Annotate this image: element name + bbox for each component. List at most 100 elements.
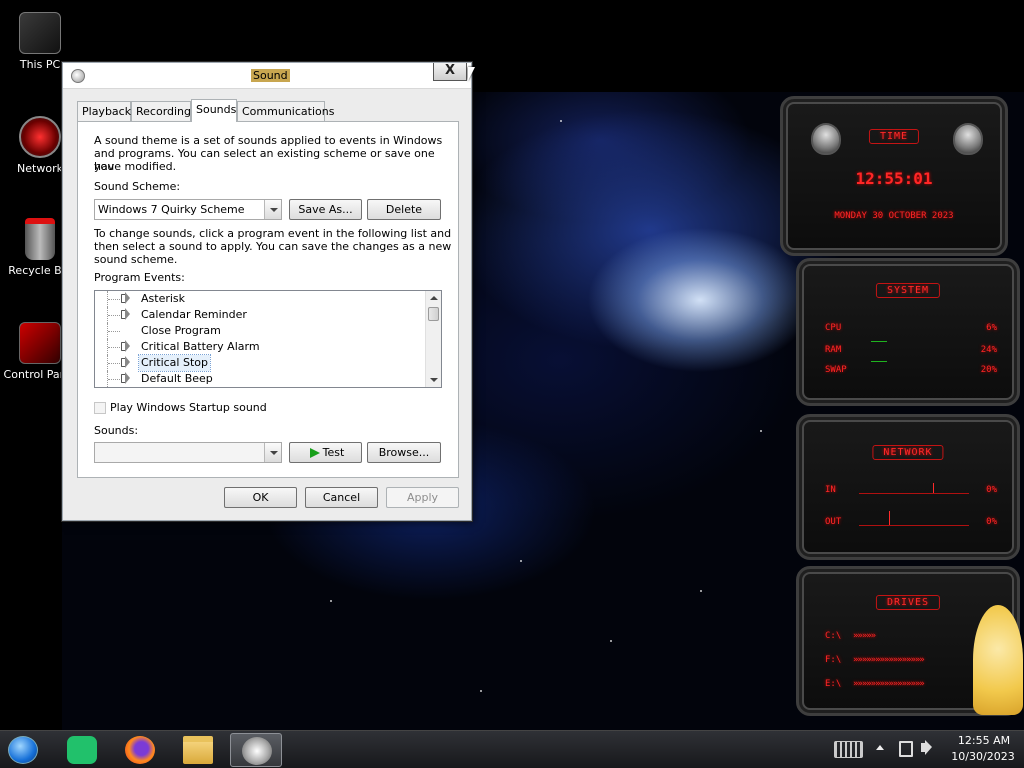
gadget-row-value: 0% (986, 517, 997, 527)
scroll-thumb[interactable] (428, 307, 439, 321)
gadget-row-label: OUT (825, 517, 842, 527)
chevron-down-icon[interactable] (264, 443, 281, 462)
tree-connector (107, 291, 121, 307)
tab-playback[interactable]: Playback (77, 101, 131, 121)
tree-connector (107, 339, 121, 355)
start-button[interactable] (0, 733, 52, 767)
speaker-app-icon (242, 737, 272, 765)
instructions-text: To change sounds, click a program event … (94, 227, 452, 240)
network-out-spike (889, 511, 890, 525)
tab-sounds[interactable]: Sounds (191, 99, 237, 122)
taskbar-app-file-explorer[interactable] (172, 733, 224, 767)
apply-button[interactable]: Apply (386, 487, 459, 508)
control-panel-icon (19, 322, 61, 364)
cancel-button[interactable]: Cancel (305, 487, 378, 508)
list-item[interactable]: Asterisk (95, 291, 425, 307)
taskbar-clock-time[interactable]: 12:55 AM (956, 734, 1012, 747)
gadget-row-label: RAM (825, 345, 842, 355)
speaker-icon (121, 340, 130, 352)
list-item[interactable]: Critical Battery Alarm (95, 339, 425, 355)
list-item[interactable]: Close Program (95, 323, 425, 339)
recycle-bin-icon (25, 218, 55, 260)
notes-app-icon (67, 736, 97, 764)
desktop-icon-label: Network (17, 162, 63, 175)
taskbar: 12:55 AM 10/30/2023 (0, 730, 1024, 768)
event-label: Critical Stop (138, 354, 211, 372)
drives-gadget: DRIVES C:\ »»»»» 22 F:\ »»»»»»»»»»»»»»»»… (796, 566, 1023, 716)
list-item[interactable]: Calendar Reminder (95, 307, 425, 323)
cartoon-character-image (973, 605, 1023, 715)
sounds-dropdown[interactable] (94, 442, 282, 463)
speaker-icon (121, 308, 130, 320)
speaker-app-icon (71, 69, 85, 83)
gadget-row-label: C:\ (825, 631, 842, 641)
ram-graph (871, 341, 887, 342)
startup-sound-checkbox[interactable] (94, 402, 106, 414)
list-item[interactable]: Default Beep (95, 371, 425, 387)
instructions-text: sound scheme. (94, 253, 178, 266)
gadget-clock: 12:55:01 (855, 169, 933, 188)
alien-head-icon (811, 123, 841, 155)
star (480, 690, 482, 692)
event-label: Asterisk (141, 292, 186, 305)
program-events-list[interactable]: Asterisk Calendar Reminder Close Program… (94, 290, 442, 388)
time-gadget: TIME 12:55:01 MONDAY 30 OCTOBER 2023 (780, 96, 1008, 256)
tab-recording[interactable]: Recording (131, 101, 191, 121)
speaker-icon (121, 356, 130, 368)
browse-button[interactable]: Browse... (367, 442, 441, 463)
speaker-icon (121, 292, 130, 304)
event-label: Default Beep (141, 372, 213, 385)
network-globe-icon (19, 116, 61, 158)
gadget-title: DRIVES (875, 595, 941, 610)
gadget-title: TIME (868, 129, 920, 144)
tab-communications[interactable]: Communications (237, 101, 334, 121)
star (520, 560, 522, 562)
play-icon (310, 448, 320, 458)
sound-scheme-dropdown[interactable]: Windows 7 Quirky Scheme (94, 199, 282, 220)
show-hidden-icons-icon[interactable] (876, 745, 884, 750)
taskbar-app-notes[interactable] (56, 733, 108, 767)
startup-sound-label: Play Windows Startup sound (110, 401, 267, 414)
window-title: Sound (251, 69, 290, 82)
start-orb-icon (8, 736, 38, 764)
description-text: A sound theme is a set of sounds applied… (94, 134, 443, 147)
network-status-icon[interactable] (899, 741, 913, 757)
gadget-row-value: 24% (980, 345, 997, 355)
title-bar[interactable]: Sound X (63, 63, 475, 89)
tree-connector (107, 307, 121, 323)
computer-icon (19, 12, 61, 54)
test-button[interactable]: Test (289, 442, 362, 463)
gadget-row-label: E:\ (825, 679, 842, 689)
save-as-button[interactable]: Save As... (289, 199, 362, 220)
sounds-label: Sounds: (94, 424, 139, 437)
gadget-title: NETWORK (872, 445, 944, 460)
gadget-title: SYSTEM (875, 283, 941, 298)
scroll-up-icon[interactable] (426, 291, 441, 305)
taskbar-clock-date[interactable]: 10/30/2023 (948, 750, 1018, 763)
speaker-icon (121, 372, 130, 384)
delete-button[interactable]: Delete (367, 199, 441, 220)
volume-icon[interactable] (921, 740, 932, 755)
drive-bar: »»»»» (853, 631, 876, 641)
gadget-row-value: 20% (980, 365, 997, 375)
ok-button[interactable]: OK (224, 487, 297, 508)
scroll-down-icon[interactable] (426, 373, 441, 387)
event-label: Critical Battery Alarm (141, 340, 260, 353)
drive-bar: »»»»»»»»»»»»»»»» (853, 655, 925, 665)
gadget-date: MONDAY 30 OCTOBER 2023 (834, 211, 954, 221)
taskbar-app-sound[interactable] (230, 733, 282, 767)
description-text: have modified. (94, 160, 177, 173)
chevron-down-icon[interactable] (264, 200, 281, 219)
sounds-tab-panel: A sound theme is a set of sounds applied… (77, 121, 459, 478)
tree-connector (107, 371, 121, 387)
network-in-spike (933, 483, 934, 493)
sound-scheme-label: Sound Scheme: (94, 180, 181, 193)
list-item-selected[interactable]: Critical Stop (95, 354, 425, 372)
mouse-cursor-icon (468, 67, 475, 81)
gadget-row-value: 0% (986, 485, 997, 495)
drive-bar: »»»»»»»»»»»»»»»» (853, 679, 925, 689)
close-button[interactable]: X (433, 63, 467, 81)
taskbar-app-firefox[interactable] (114, 733, 166, 767)
keyboard-icon[interactable] (834, 741, 863, 758)
vertical-scrollbar[interactable] (425, 291, 441, 387)
